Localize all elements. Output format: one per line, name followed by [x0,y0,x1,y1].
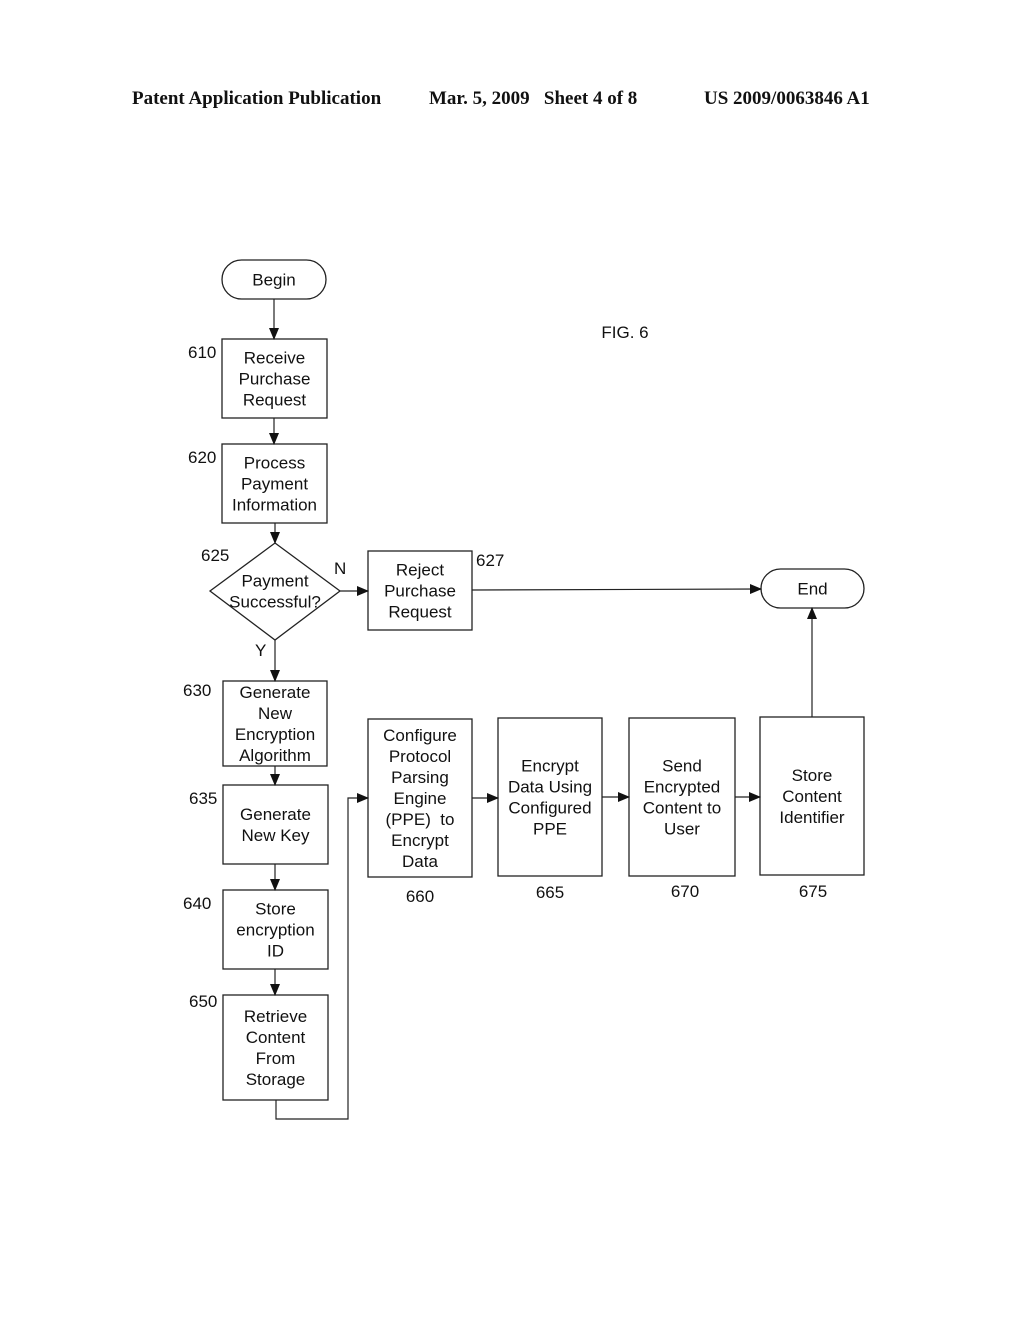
n660-label-line: Data [402,852,438,871]
step-665-box [497,717,603,877]
figure-label: FIG. 6 [601,323,648,342]
n640-label-line: ID [267,942,284,961]
n660-label-line: Configure [383,726,457,745]
n675-label-line: Content [782,787,842,806]
step-610-receive-purchase-request: Receive Purchase Request 610 [188,338,328,419]
ref-670: 670 [671,882,699,901]
n665-label-line: Data Using [508,778,592,797]
n660-label-line: Protocol [389,747,451,766]
ref-627: 627 [476,551,504,570]
n620-label-line: Process [244,454,305,473]
n620-label-line: Payment [241,475,308,494]
ref-610: 610 [188,343,216,362]
step-630-generate-algorithm: Generate New Encryption Algorithm 630 [183,680,328,767]
n610-label: Receive Purchase Request [239,349,311,410]
ref-620: 620 [188,448,216,467]
n625-label-line: Payment [241,572,308,591]
step-620-process-payment: Process Payment Information 620 [188,443,328,524]
n620-label-line: Information [232,496,317,515]
step-640-store-encryption-id: Store encryption ID 640 [183,889,329,970]
n630-label-line: New [258,704,293,723]
n660-label: Configure Protocol Parsing Engine (PPE) to En… [383,726,457,871]
n660-label-line: Engine [394,789,447,808]
step-650-retrieve-content: Retrieve Content From Storage 650 [189,992,329,1101]
step-670-box [628,717,736,877]
decision-625-diamond [208,542,342,641]
n660-label-line: (PPE) to [386,810,455,829]
n650-label-line: From [256,1049,296,1068]
n650-label-line: Storage [246,1070,306,1089]
begin-label-line: Begin [252,271,295,290]
n660-label-line: Encrypt [391,831,449,850]
n670-label-line: Send [662,757,702,776]
end-label: End [797,580,827,599]
step-635-generate-key: Generate New Key 635 [189,784,329,865]
n610-label-line: Request [243,391,307,410]
ref-660: 660 [406,887,434,906]
n625-label-line: Successful? [229,593,321,612]
n630-label-line: Encryption [235,725,315,744]
decision-625-payment-successful: Payment Successful? 625 N Y [201,542,346,660]
flowchart: FIG. 6 Begin Receive Purchase Request 610 … [183,259,865,1120]
n635-label-line: Generate [240,805,311,824]
edge-label-yes: Y [255,641,266,660]
ref-635: 635 [189,789,217,808]
n670-label-line: Content to [643,799,721,818]
n627-label-line: Request [388,603,452,622]
begin-terminal: Begin [221,259,327,300]
ref-665: 665 [536,883,564,902]
n620-label: Process Payment Information [232,454,317,515]
n640-label-line: encryption [236,921,314,940]
n627-label-line: Reject [396,561,444,580]
n627-label-line: Purchase [384,582,456,601]
edge-label-no: N [334,559,346,578]
n610-label-line: Receive [244,349,305,368]
n675-label-line: Identifier [779,808,845,827]
ref-675: 675 [799,882,827,901]
ref-630: 630 [183,681,211,700]
end-terminal: End [760,568,865,609]
ref-650: 650 [189,992,217,1011]
n630-label-line: Algorithm [239,746,311,765]
ref-625: 625 [201,546,229,565]
n670-label-line: User [664,820,700,839]
n660-label-line: Parsing [391,768,449,787]
n610-label-line: Purchase [239,370,311,389]
arrow-627-to-end [471,584,762,595]
step-670-send-content: Send Encrypted Content to User 670 [628,717,736,901]
n635-label-line: New Key [241,826,310,845]
n630-label-line: Generate [240,683,311,702]
ref-640: 640 [183,894,211,913]
step-660-configure-ppe: Configure Protocol Parsing Engine (PPE) to En… [367,718,473,906]
n670-label-line: Encrypted [644,778,721,797]
step-675-store-identifier: Store Content Identifier 675 [759,716,865,901]
n665-label-line: PPE [533,820,567,839]
step-635-box [222,784,329,865]
begin-label: Begin [252,271,295,290]
n650-label-line: Content [246,1028,306,1047]
n675-label-line: Store [792,766,833,785]
n650-label-line: Retrieve [244,1007,307,1026]
n665-label-line: Configured [508,799,591,818]
n665-label-line: Encrypt [521,757,579,776]
n640-label-line: Store [255,900,296,919]
step-665-encrypt-data: Encrypt Data Using Configured PPE 665 [497,717,603,902]
end-label-line: End [797,580,827,599]
